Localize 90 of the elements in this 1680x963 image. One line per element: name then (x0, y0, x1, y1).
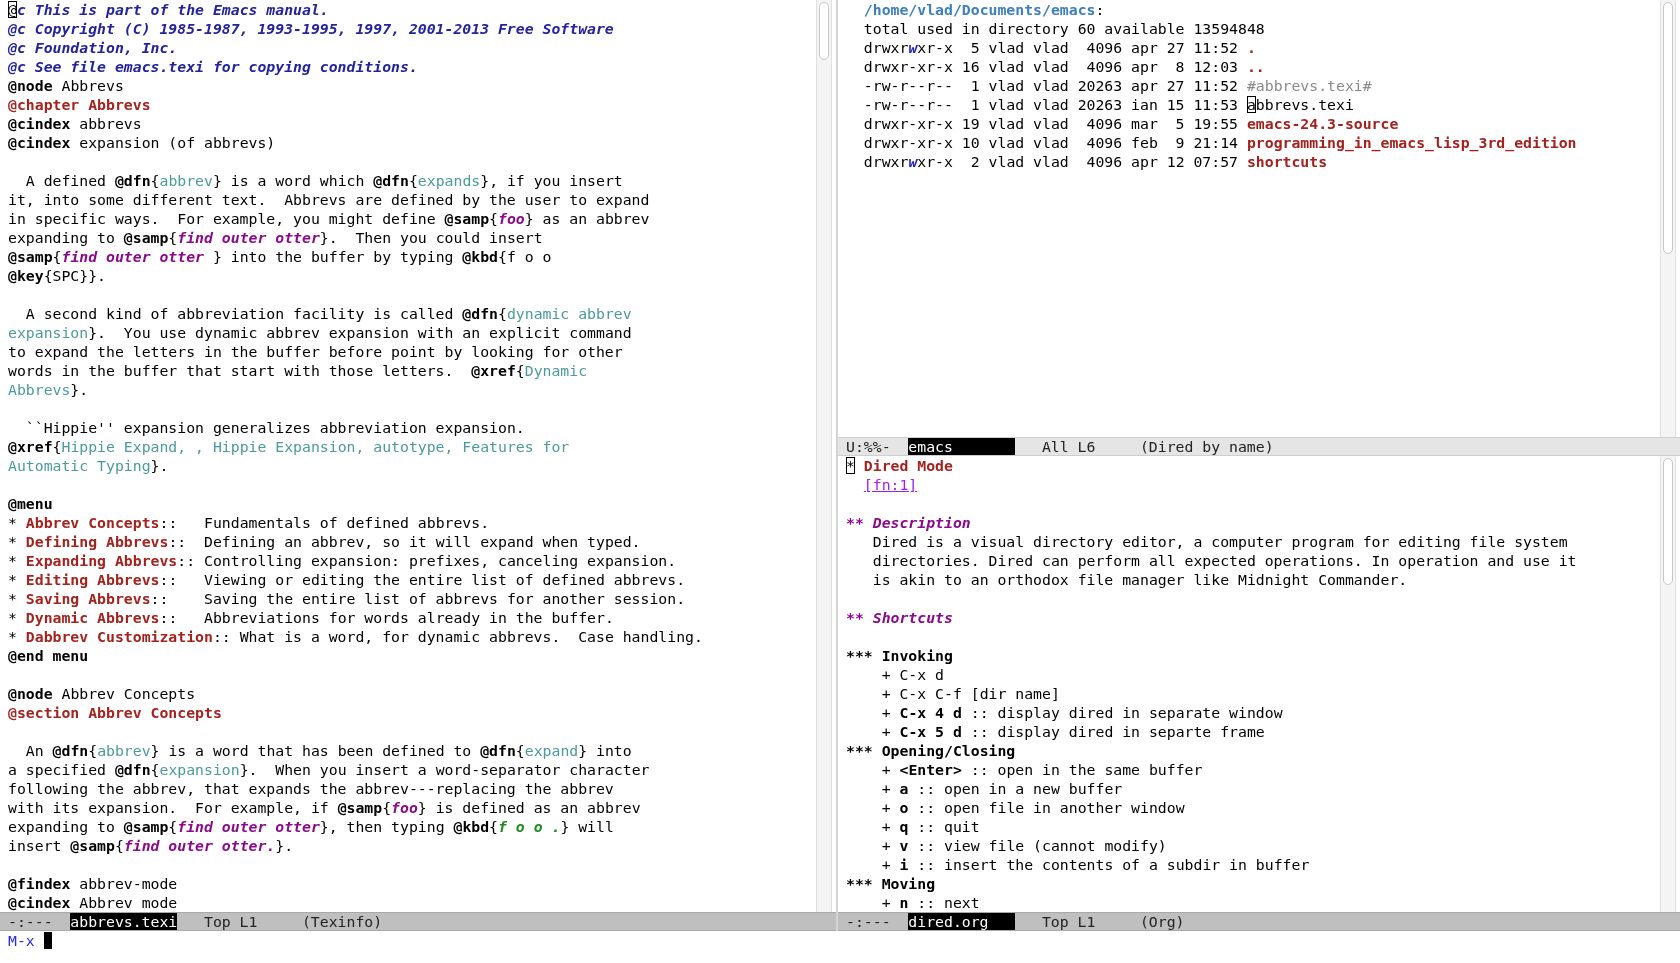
text-line: + i :: insert the contents of a subdir in buffer (880, 855, 1311, 874)
text-line: + C-x 5 d :: display dired in separte frame (880, 722, 1266, 741)
text-line: is akin to an orthodox file manager like Midnight Commander. (871, 570, 1409, 589)
text-line: A defined @dfn{abbrev} is a word which @dfn{expands}, if you insert (24, 171, 624, 190)
text-cursor (43, 932, 52, 949)
major-mode: (Texinfo) (301, 913, 383, 930)
scrollbar[interactable] (1660, 456, 1676, 912)
text-line: ** Description (846, 513, 972, 532)
text-line: @samp{find outer otter } into the buffer by typing @kbd{f o o (8, 247, 553, 266)
text-line: * Dabbrev Customization:: What is a word, for dynamic abbrevs. Case handling. (8, 627, 704, 646)
major-mode: (Dired by name) (1139, 438, 1274, 455)
text-line: following the abbrev, that expands the abbrev---replacing the abbrev (8, 779, 615, 798)
text-line: -rw-r--r-- 1 vlad vlad 20263 ian 15 11:53 abbrevs.texi (862, 95, 1355, 114)
text-line: *** Moving (846, 874, 937, 893)
line-position: Top L1 (1041, 913, 1097, 930)
text-line: Dired is a visual directory editor, a computer program for editing file system (871, 532, 1569, 551)
text-line: * Defining Abbrevs:: Defining an abbrev, so it will expand when typed. (8, 532, 642, 551)
text-line: @end menu (8, 646, 90, 665)
buffer-status: -:--- (8, 913, 54, 930)
text-line: * Saving Abbrevs:: Saving the entire list of abbrevs for another session. (8, 589, 687, 608)
major-mode: (Org) (1139, 913, 1185, 930)
text-line: Abbrevs}. (8, 380, 90, 399)
scrollbar[interactable] (816, 0, 832, 912)
text-line: expanding to @samp{find outer otter}. Then you could insert (8, 228, 544, 247)
text-line: @cindex expansion (of abbrevs) (8, 133, 277, 152)
text-line: @c See file emacs.texi for copying conditions. (8, 57, 419, 76)
text-line: @key{SPC}}. (8, 266, 107, 285)
text-line: @node Abbrevs (8, 76, 125, 95)
text-line: @menu (8, 494, 54, 513)
text-line: drwxrwxr-x 5 vlad vlad 4096 apr 27 11:52 . (862, 38, 1257, 57)
text-line: *** Invoking (846, 646, 954, 665)
text-line: @cindex abbrevs (8, 114, 143, 133)
text-line: directories. Dired can perform all expected operations. In operation and use it (871, 551, 1578, 570)
text-line: + <Enter> :: open in the same buffer (880, 760, 1204, 779)
buffer-status: -:--- (846, 913, 892, 930)
line-position: Top L1 (203, 913, 259, 930)
text-line: * Dired Mode (846, 456, 954, 475)
text-line: * Abbrev Concepts:: Fundamentals of defined abbrevs. (8, 513, 491, 532)
text-line: @node Abbrev Concepts (8, 684, 197, 703)
text-line: * Dynamic Abbrevs:: Abbreviations for words already in the buffer. (8, 608, 615, 627)
text-line: drwxr-xr-x 19 vlad vlad 4096 mar 5 19:55 emacs-24.3-source (862, 114, 1400, 133)
text-line: + n :: next (880, 893, 981, 912)
text-line: *** Opening/Closing (846, 741, 1017, 760)
text-line: ** Shortcuts (846, 608, 954, 627)
text-line: + o :: open file in another window (880, 798, 1186, 817)
text-line: in specific ways. For example, you might define @samp{foo} as an abbrev (8, 209, 651, 228)
text-line: drwxr-xr-x 16 vlad vlad 4096 apr 8 12:03 .. (862, 57, 1266, 76)
text-line: it, into some different text. Abbrevs are defined by the user to expand (8, 190, 651, 209)
text-line: * Editing Abbrevs:: Viewing or editing the entire list of defined abbrevs. (8, 570, 687, 589)
text-line: + a :: open in a new buffer (880, 779, 1124, 798)
text-line: insert @samp{find outer otter.}. (8, 836, 295, 855)
minibuffer-prompt: M-x (8, 931, 35, 950)
text-line: + C-x d (880, 665, 945, 684)
text-line: @findex abbrev-mode (8, 874, 179, 893)
text-line: with its expansion. For example, if @samp{foo} is defined as an abbrev (8, 798, 642, 817)
text-line: drwxr-xr-x 10 vlad vlad 4096 feb 9 21:14 programming_in_emacs_lisp_3rd_edition (862, 133, 1578, 152)
text-line: expansion}. You use dynamic abbrev expansion with an explicit command (8, 323, 633, 342)
text-line: [fn:1] (862, 475, 919, 494)
text-line: Automatic Typing}. (8, 456, 170, 475)
text-line: @chapter Abbrevs (8, 95, 152, 114)
buffer-name: dired.org (908, 913, 1016, 930)
text-line: An @dfn{abbrev} is a word that has been defined to @dfn{expand} into (24, 741, 633, 760)
text-line: + C-x 4 d :: display dired in separate window (880, 703, 1284, 722)
scrollbar-thumb[interactable] (1663, 458, 1673, 585)
text-line: A second kind of abbreviation facility is called @dfn{dynamic abbrev (24, 304, 633, 323)
text-line: ``Hippie'' expansion generalizes abbreviation expansion. (24, 418, 526, 437)
buffer-name: abbrevs.texi (70, 913, 178, 930)
scrollbar[interactable] (1660, 0, 1676, 437)
text-line: -rw-r--r-- 1 vlad vlad 20263 apr 27 11:52 #abbrevs.texi# (862, 76, 1373, 95)
text-line: * Expanding Abbrevs:: Controlling expansion: prefixes, canceling expansion. (8, 551, 678, 570)
text-line: @xref{Hippie Expand, , Hippie Expansion, autotype, Features for (8, 437, 571, 456)
text-line: words in the buffer that start with those letters. @xref{Dynamic (8, 361, 589, 380)
text-line: + C-x C-f [dir name] (880, 684, 1061, 703)
text-line: @cindex Abbrev mode (8, 893, 179, 912)
text-line: @c Foundation, Inc. (8, 38, 179, 57)
scrollbar-thumb[interactable] (1663, 2, 1673, 254)
buffer-status: U:%%- (846, 438, 892, 455)
buffer-name: emacs (908, 438, 1016, 455)
text-line: /home/vlad/Documents/emacs: (862, 0, 1106, 19)
scrollbar-thumb[interactable] (819, 2, 829, 60)
text-line: @c Copyright (C) 1985-1987, 1993-1995, 1997, 2001-2013 Free Software (8, 19, 615, 38)
text-line: + v :: view file (cannot modify) (880, 836, 1168, 855)
line-position: All L6 (1041, 438, 1097, 455)
text-line: + q :: quit (880, 817, 981, 836)
text-line: a specified @dfn{expansion}. When you insert a word-separator character (8, 760, 651, 779)
text-line: to expand the letters in the buffer before point by looking for other (8, 342, 624, 361)
text-line: drwxrwxr-x 2 vlad vlad 4096 apr 12 07:57 shortcuts (862, 152, 1329, 171)
text-line: total used in directory 60 available 13594848 (862, 19, 1266, 38)
text-line: @section Abbrev Concepts (8, 703, 223, 722)
text-line: expanding to @samp{find outer otter}, then typing @kbd{f o o .} will (8, 817, 615, 836)
